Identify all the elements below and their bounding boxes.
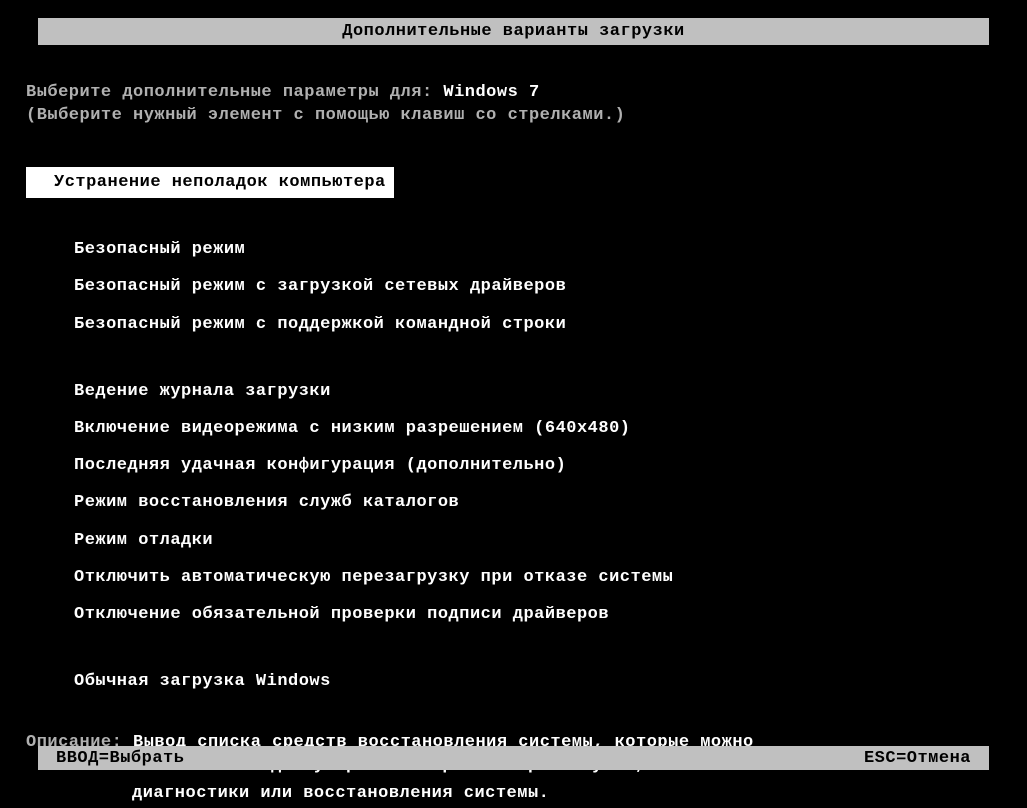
title-bar: Дополнительные варианты загрузки [38, 18, 989, 45]
menu-item[interactable]: Устранение неполадок компьютера [26, 167, 394, 198]
menu-block: Обычная загрузка Windows [74, 666, 1001, 703]
instruction-text: (Выберите нужный элемент с помощью клави… [26, 106, 1001, 125]
boot-menu: Устранение неполадок компьютера Безопасны… [26, 129, 1001, 703]
footer-enter: ВВОД=Выбрать [56, 749, 184, 770]
menu-block: Ведение журнала загрузкиВключение видеор… [74, 376, 1001, 636]
page-title: Дополнительные варианты загрузки [342, 22, 684, 41]
footer-bar: ВВОД=Выбрать ESC=Отмена [38, 746, 989, 770]
prompt-label: Выберите дополнительные параметры для: [26, 83, 443, 102]
menu-item[interactable]: Отключение обязательной проверки подписи… [64, 599, 619, 630]
menu-item[interactable]: Обычная загрузка Windows [64, 666, 341, 697]
description-block: Описание: Вывод списка средств восстанов… [26, 733, 1001, 808]
menu-item[interactable]: Режим восстановления служб каталогов [64, 487, 469, 518]
menu-item[interactable]: Безопасный режим с загрузкой сетевых дра… [64, 271, 576, 302]
menu-block: Устранение неполадок компьютера [74, 167, 1001, 204]
prompt-line: Выберите дополнительные параметры для: W… [26, 83, 1001, 102]
description-line3: диагностики или восстановления системы. [26, 780, 981, 808]
menu-item[interactable]: Последняя удачная конфигурация (дополнит… [64, 450, 576, 481]
menu-item[interactable]: Безопасный режим с поддержкой командной … [64, 309, 576, 340]
menu-item[interactable]: Включение видеорежима с низким разрешени… [64, 413, 641, 444]
menu-item[interactable]: Ведение журнала загрузки [64, 376, 341, 407]
footer-esc: ESC=Отмена [864, 749, 971, 770]
menu-item[interactable]: Режим отладки [64, 525, 223, 556]
prompt-os: Windows 7 [443, 83, 539, 102]
menu-item[interactable]: Отключить автоматическую перезагрузку пр… [64, 562, 683, 593]
menu-block: Безопасный режимБезопасный режим с загру… [74, 234, 1001, 346]
menu-item[interactable]: Безопасный режим [64, 234, 255, 265]
